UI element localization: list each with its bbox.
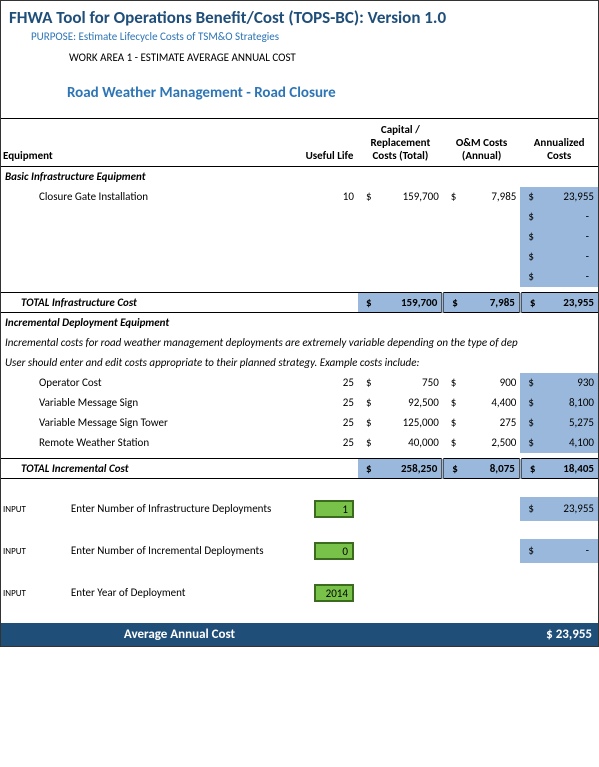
input-tag: INPUT: [3, 546, 26, 557]
footer-label: Average Annual Cost: [1, 623, 358, 646]
total-label: TOTAL Infrastructure Cost: [1, 293, 301, 313]
hdr-equipment: Equipment: [1, 119, 301, 167]
table-row: Operator Cost 25 $750 $900 $930: [1, 373, 598, 393]
input-incr-ann: $-: [520, 539, 598, 563]
input-incr-deployments[interactable]: 0: [314, 542, 354, 560]
strategy-title: Road Weather Management - Road Closure: [67, 84, 590, 102]
input-row-infra: INPUT Enter Number of Infrastructure Dep…: [1, 497, 598, 521]
page-title: FHWA Tool for Operations Benefit/Cost (T…: [9, 7, 590, 28]
cost-table: Equipment Useful Life Capital / Replacem…: [1, 118, 598, 646]
row-om: $7,985: [443, 187, 521, 207]
table-row: $-: [1, 207, 598, 227]
workarea-line: WORK AREA 1 - ESTIMATE AVERAGE ANNUAL CO…: [69, 51, 590, 64]
total-cap: $159,700: [358, 293, 443, 313]
hdr-life: Useful Life: [301, 119, 358, 167]
incr-section-label: Incremental Deployment Equipment: [1, 313, 598, 333]
input-tag: INPUT: [3, 504, 26, 515]
table-row: $-: [1, 227, 598, 247]
total-ann: $23,955: [520, 293, 598, 313]
incr-note2: User should enter and edit costs appropr…: [1, 353, 598, 373]
worksheet: FHWA Tool for Operations Benefit/Cost (T…: [0, 0, 599, 647]
incr-total-row: TOTAL Incremental Cost $258,250 $8,075 $…: [1, 459, 598, 479]
table-row: $-: [1, 267, 598, 287]
input-label: Enter Number of Infrastructure Deploymen…: [71, 502, 271, 515]
purpose-line: PURPOSE: Estimate Lifecycle Costs of TSM…: [31, 30, 590, 43]
hdr-om: O&M Costs (Annual): [443, 119, 521, 167]
infra-total-row: TOTAL Infrastructure Cost $159,700 $7,98…: [1, 293, 598, 313]
row-cap: $159,700: [358, 187, 443, 207]
table-row: Variable Message Sign Tower 25 $125,000 …: [1, 413, 598, 433]
footer-value: $ 23,955: [520, 623, 598, 646]
input-row-incr: INPUT Enter Number of Incremental Deploy…: [1, 539, 598, 563]
total-om: $7,985: [443, 293, 521, 313]
input-infra-deployments[interactable]: 1: [314, 500, 354, 518]
input-label: Enter Year of Deployment: [71, 586, 186, 599]
hdr-ann: Annualized Costs: [520, 119, 598, 167]
infra-section-label: Basic Infrastructure Equipment: [1, 167, 598, 187]
header-block: FHWA Tool for Operations Benefit/Cost (T…: [1, 1, 598, 102]
incr-note1: Incremental costs for road weather manag…: [1, 333, 598, 353]
row-name: Closure Gate Installation: [1, 187, 301, 207]
table-row: Variable Message Sign 25 $92,500 $4,400 …: [1, 393, 598, 413]
table-row: Closure Gate Installation 10 $159,700 $7…: [1, 187, 598, 207]
input-row-year: INPUT Enter Year of Deployment 2014: [1, 581, 598, 605]
table-row: Remote Weather Station 25 $40,000 $2,500…: [1, 433, 598, 453]
column-headers: Equipment Useful Life Capital / Replacem…: [1, 119, 598, 167]
input-year[interactable]: 2014: [314, 584, 354, 602]
row-life: 10: [301, 187, 358, 207]
input-label: Enter Number of Incremental Deployments: [71, 544, 264, 557]
footer-row: Average Annual Cost $ 23,955: [1, 623, 598, 646]
row-ann: $23,955: [520, 187, 598, 207]
table-row: $-: [1, 247, 598, 267]
input-tag: INPUT: [3, 588, 26, 599]
input-infra-ann: $23,955: [520, 497, 598, 521]
hdr-capital: Capital / Replacement Costs (Total): [358, 119, 443, 167]
